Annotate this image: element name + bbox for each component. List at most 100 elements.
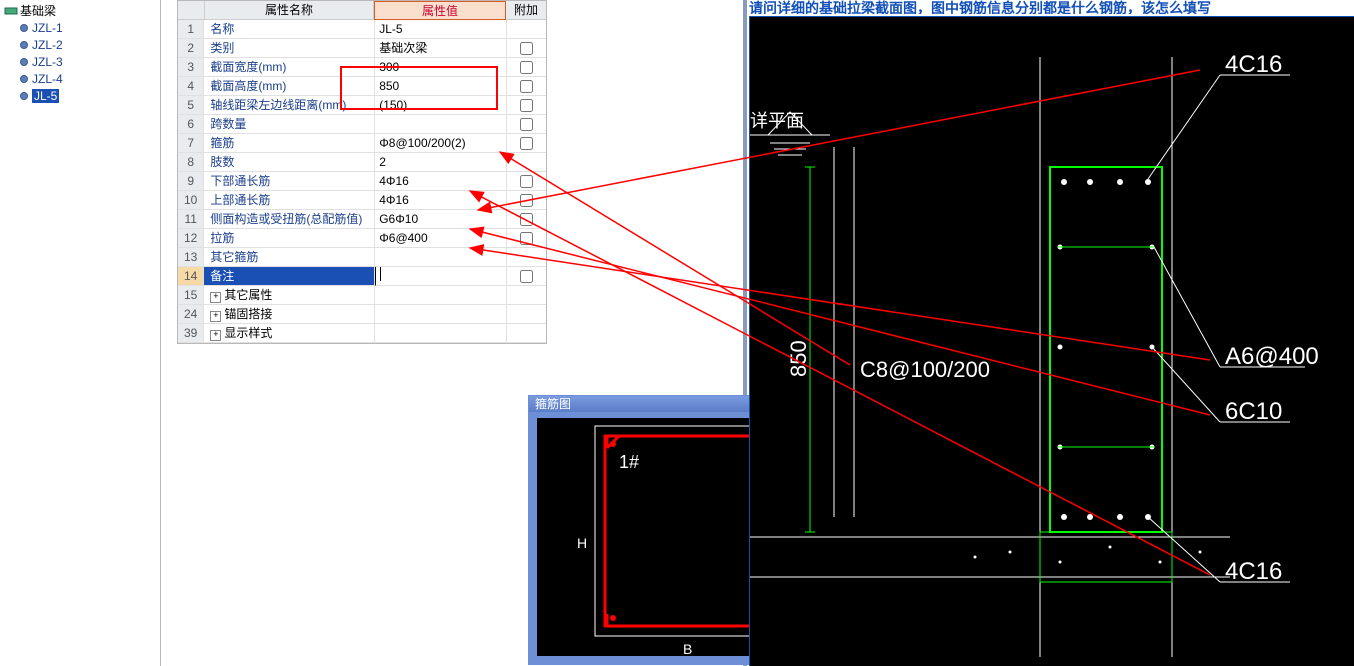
grid-row[interactable]: 9下部通长筋4Φ16 bbox=[178, 172, 546, 191]
grid-row[interactable]: 13其它箍筋 bbox=[178, 248, 546, 267]
expand-icon[interactable]: + bbox=[210, 292, 221, 303]
prop-value[interactable]: 850 bbox=[375, 77, 507, 96]
stirrup-b: B bbox=[683, 641, 692, 656]
tree-item-jzl4[interactable]: JZL-4 bbox=[18, 71, 160, 87]
extra-checkbox[interactable] bbox=[520, 99, 533, 112]
tree-item-label: JZL-1 bbox=[32, 21, 63, 35]
tree-item-label: JL-5 bbox=[32, 89, 59, 103]
prop-name: 箍筋 bbox=[210, 136, 234, 150]
prop-value[interactable] bbox=[375, 248, 507, 267]
extra-checkbox[interactable] bbox=[520, 175, 533, 188]
prop-extra bbox=[507, 248, 546, 267]
prop-value[interactable]: Φ6@400 bbox=[375, 229, 507, 248]
cad-viewport[interactable]: 详平面 850 C8@100/200 bbox=[749, 16, 1354, 666]
row-number: 1 bbox=[178, 20, 204, 39]
prop-extra bbox=[507, 77, 546, 96]
tree-item-jzl3[interactable]: JZL-3 bbox=[18, 54, 160, 70]
extra-checkbox[interactable] bbox=[520, 80, 533, 93]
row-number: 4 bbox=[178, 77, 204, 96]
cad-stirrup-label: C8@100/200 bbox=[860, 357, 990, 382]
grid-row[interactable]: 10上部通长筋4Φ16 bbox=[178, 191, 546, 210]
prop-value[interactable]: 300 bbox=[375, 58, 507, 77]
prop-value[interactable]: 4Φ16 bbox=[375, 191, 507, 210]
grid-row[interactable]: 2类别基础次梁 bbox=[178, 39, 546, 58]
cad-label-tie: A6@400 bbox=[1225, 343, 1319, 370]
grid-row[interactable]: 1 名称 JL-5 bbox=[178, 20, 546, 39]
prop-name: 名称 bbox=[210, 22, 234, 36]
row-number: 3 bbox=[178, 58, 204, 77]
row-number: 14 bbox=[178, 267, 204, 286]
grid-row[interactable]: 6跨数量 bbox=[178, 115, 546, 134]
grid-row[interactable]: 24+锚固搭接 bbox=[178, 305, 546, 324]
property-grid: 属性名称 属性值 附加 1 名称 JL-52类别基础次梁3截面宽度(mm)3004截… bbox=[177, 0, 547, 344]
stirrup-mark: 1# bbox=[619, 452, 639, 472]
prop-value[interactable] bbox=[375, 115, 507, 134]
prop-value[interactable]: (150) bbox=[375, 96, 507, 115]
extra-checkbox[interactable] bbox=[520, 194, 533, 207]
grid-header: 属性名称 属性值 附加 bbox=[178, 1, 546, 20]
prop-value[interactable]: 基础次梁 bbox=[375, 39, 507, 58]
node-icon bbox=[20, 92, 28, 100]
grid-row[interactable]: 12拉筋Φ6@400 bbox=[178, 229, 546, 248]
prop-name: 截面高度(mm) bbox=[210, 79, 286, 93]
expand-icon[interactable]: + bbox=[210, 311, 221, 322]
prop-extra bbox=[507, 20, 546, 39]
expand-icon[interactable]: + bbox=[210, 330, 221, 341]
grid-row[interactable]: 3截面宽度(mm)300 bbox=[178, 58, 546, 77]
extra-checkbox[interactable] bbox=[520, 232, 533, 245]
grid-row[interactable]: 5轴线距梁左边线距离(mm)(150) bbox=[178, 96, 546, 115]
prop-extra bbox=[507, 324, 546, 343]
tree-item-label: JZL-3 bbox=[32, 55, 63, 69]
grid-row[interactable]: 8 肢数 2 bbox=[178, 153, 546, 172]
extra-checkbox[interactable] bbox=[520, 118, 533, 131]
prop-name: 肢数 bbox=[210, 155, 234, 169]
tree-item-jzl1[interactable]: JZL-1 bbox=[18, 20, 160, 36]
prop-value[interactable]: 4Φ16 bbox=[375, 172, 507, 191]
prop-value[interactable]: G6Φ10 bbox=[375, 210, 507, 229]
tree-root[interactable]: 基础梁 bbox=[0, 0, 160, 19]
stirrup-h: H bbox=[577, 535, 587, 551]
row-number: 24 bbox=[178, 305, 204, 324]
row-number: 15 bbox=[178, 286, 204, 305]
prop-value[interactable] bbox=[375, 305, 507, 324]
prop-value[interactable]: JL-5 bbox=[375, 20, 507, 39]
cad-plane-label: 详平面 bbox=[750, 111, 804, 131]
col-extra[interactable]: 附加 bbox=[506, 1, 546, 20]
prop-value[interactable] bbox=[375, 324, 507, 343]
prop-value[interactable] bbox=[375, 267, 507, 286]
prop-extra bbox=[507, 229, 546, 248]
component-tree: 基础梁 JZL-1 JZL-2 JZL-3 JZL-4 JL-5 bbox=[0, 0, 161, 666]
grid-row[interactable]: 11 侧面构造或受扭筋(总配筋值) G6Φ10 bbox=[178, 210, 546, 229]
cad-drawing: 详平面 850 C8@100/200 bbox=[750, 17, 1354, 666]
node-icon bbox=[20, 24, 28, 32]
row-number: 10 bbox=[178, 191, 204, 210]
grid-row[interactable]: 14备注 bbox=[178, 267, 546, 286]
tree-root-label: 基础梁 bbox=[20, 2, 56, 19]
col-name[interactable]: 属性名称 bbox=[205, 1, 374, 20]
grid-row[interactable]: 4 截面高度(mm) 850 bbox=[178, 77, 546, 96]
prop-name: 侧面构造或受扭筋(总配筋值) bbox=[210, 212, 362, 226]
prop-extra bbox=[507, 172, 546, 191]
col-value[interactable]: 属性值 bbox=[374, 1, 506, 20]
prop-extra bbox=[507, 96, 546, 115]
prop-value[interactable]: 2 bbox=[375, 153, 507, 172]
tree-item-jzl2[interactable]: JZL-2 bbox=[18, 37, 160, 53]
beam-icon bbox=[4, 4, 18, 18]
extra-checkbox[interactable] bbox=[520, 270, 533, 283]
extra-checkbox[interactable] bbox=[520, 137, 533, 150]
prop-value[interactable] bbox=[375, 286, 507, 305]
extra-checkbox[interactable] bbox=[520, 213, 533, 226]
question-text: 请问详细的基础拉梁截面图，图中钢筋信息分别都是什么钢筋，该怎么填写 bbox=[749, 0, 1354, 14]
extra-checkbox[interactable] bbox=[520, 42, 533, 55]
prop-value[interactable]: Φ8@100/200(2) bbox=[375, 134, 507, 153]
prop-extra bbox=[507, 134, 546, 153]
tree-item-jl5[interactable]: JL-5 bbox=[18, 88, 160, 104]
prop-extra bbox=[507, 210, 546, 229]
extra-checkbox[interactable] bbox=[520, 61, 533, 74]
grid-row[interactable]: 39+显示样式 bbox=[178, 324, 546, 343]
grid-row[interactable]: 15+其它属性 bbox=[178, 286, 546, 305]
row-number: 8 bbox=[178, 153, 204, 172]
row-number: 11 bbox=[178, 210, 204, 229]
grid-row[interactable]: 7箍筋Φ8@100/200(2) bbox=[178, 134, 546, 153]
cad-label-top: 4C16 bbox=[1225, 51, 1282, 78]
